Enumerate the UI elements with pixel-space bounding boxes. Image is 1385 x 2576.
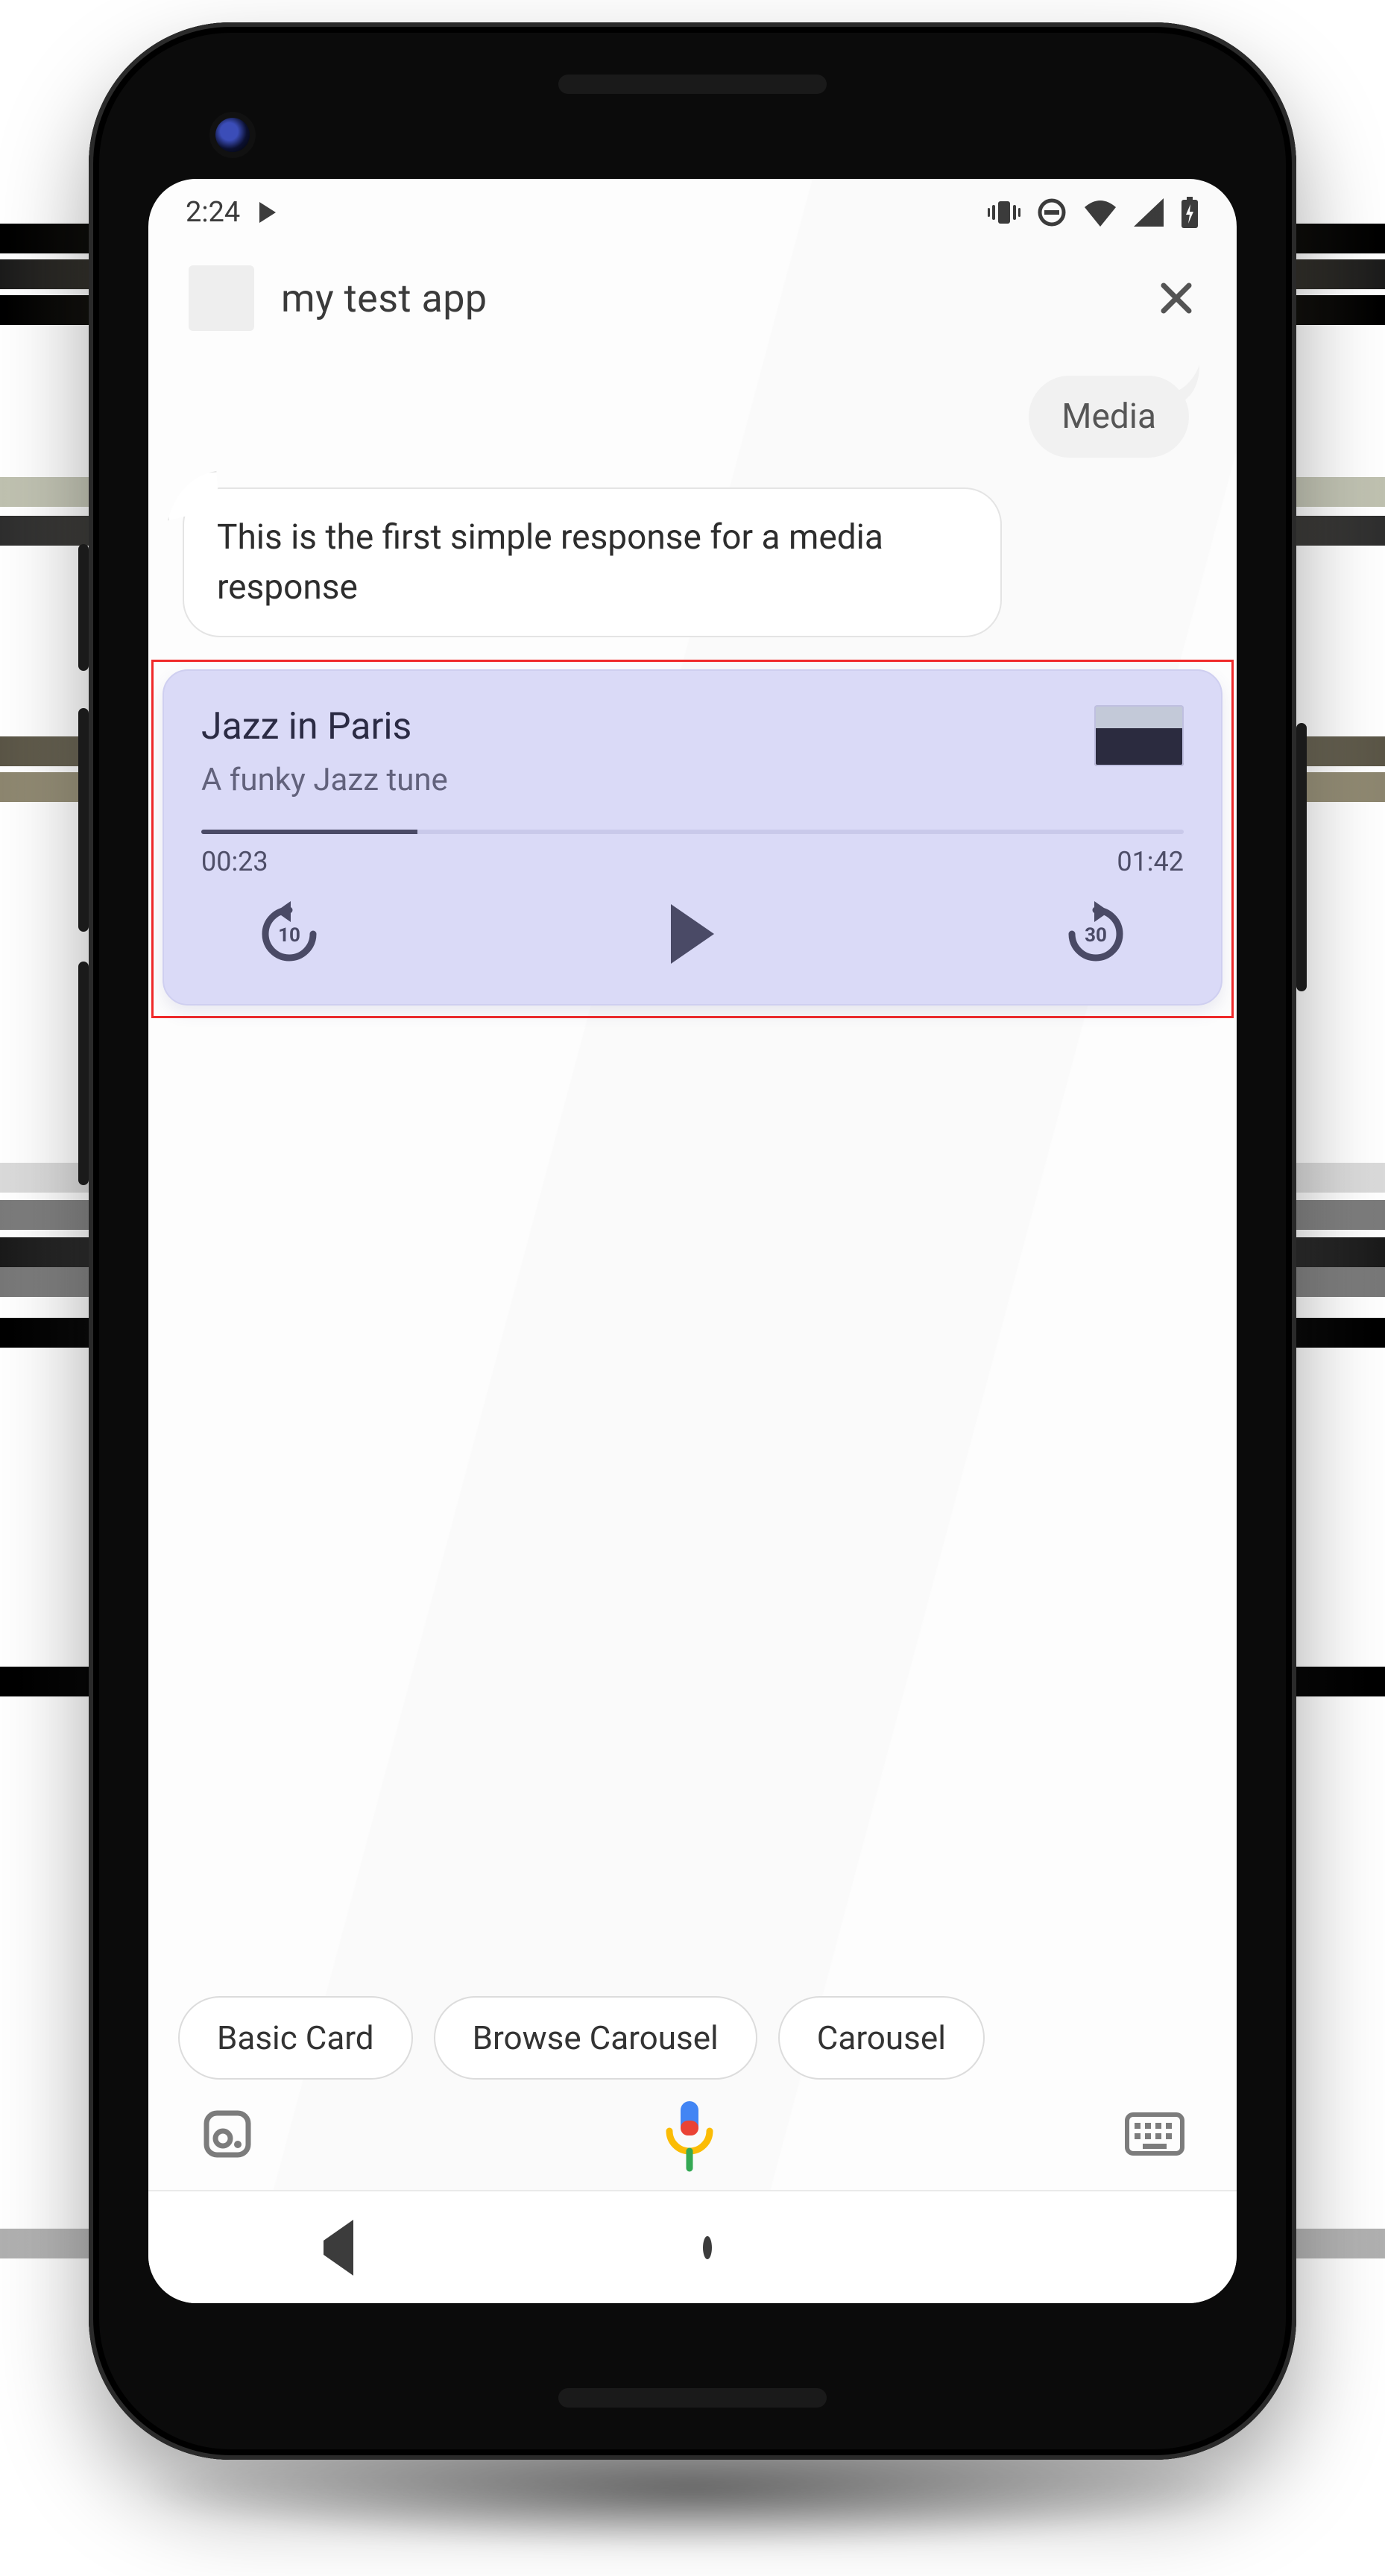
dnd-icon bbox=[1037, 198, 1067, 227]
rewind-10-button[interactable]: 10 bbox=[253, 898, 325, 970]
play-button[interactable] bbox=[671, 904, 714, 964]
battery-charging-icon bbox=[1180, 197, 1199, 228]
media-track-title: Jazz in Paris bbox=[201, 705, 1072, 748]
media-total-time: 01:42 bbox=[1117, 846, 1184, 877]
mic-button[interactable] bbox=[656, 2098, 723, 2173]
cell-signal-icon bbox=[1134, 198, 1164, 227]
play-indicator-icon bbox=[259, 202, 276, 223]
assistant-input-bar bbox=[148, 2080, 1237, 2191]
device-front-camera bbox=[215, 118, 250, 152]
user-message-bubble: Media bbox=[1029, 376, 1189, 458]
device-volume-up bbox=[78, 708, 89, 932]
device-frame: 2:24 bbox=[89, 22, 1296, 2460]
home-icon bbox=[703, 2236, 712, 2259]
device-side-button bbox=[78, 544, 89, 671]
nav-back-button[interactable] bbox=[324, 2241, 353, 2255]
suggestion-chip[interactable]: Carousel bbox=[778, 1996, 985, 2080]
suggestion-chip[interactable]: Browse Carousel bbox=[434, 1996, 757, 2080]
status-time: 2:24 bbox=[186, 196, 240, 229]
keyboard-button[interactable] bbox=[1125, 2112, 1184, 2159]
media-album-art bbox=[1094, 705, 1184, 766]
device-power-button bbox=[1296, 723, 1307, 991]
media-card: Jazz in Paris A funky Jazz tune bbox=[163, 669, 1222, 1006]
media-card-highlight: Jazz in Paris A funky Jazz tune bbox=[151, 660, 1234, 1018]
media-progress-fill bbox=[201, 830, 417, 834]
forward-30-button[interactable]: 30 bbox=[1060, 898, 1132, 970]
svg-text:30: 30 bbox=[1085, 924, 1107, 947]
nav-home-button[interactable] bbox=[703, 2241, 712, 2255]
media-progress-bar[interactable] bbox=[201, 830, 1184, 834]
suggestion-chips-row: Basic CardBrowse CarouselCarousel bbox=[148, 1996, 1237, 2080]
vibrate-icon bbox=[988, 198, 1020, 227]
device-volume-down bbox=[78, 962, 89, 1185]
lens-button[interactable] bbox=[201, 2107, 254, 2164]
app-title: my test app bbox=[281, 276, 488, 321]
back-icon bbox=[324, 2220, 353, 2276]
bot-message-bubble: This is the first simple response for a … bbox=[183, 487, 1002, 637]
device-screen: 2:24 bbox=[148, 179, 1237, 2303]
media-elapsed-time: 00:23 bbox=[201, 846, 268, 877]
android-nav-bar bbox=[148, 2191, 1237, 2303]
app-header: my test app bbox=[148, 246, 1237, 353]
close-button[interactable] bbox=[1156, 278, 1196, 318]
play-icon bbox=[671, 904, 714, 964]
svg-text:10: 10 bbox=[278, 924, 300, 947]
wifi-icon bbox=[1083, 198, 1117, 227]
media-track-subtitle: A funky Jazz tune bbox=[201, 762, 1072, 798]
device-earpiece bbox=[558, 75, 827, 94]
app-icon-placeholder bbox=[189, 265, 254, 331]
device-speaker bbox=[558, 2388, 827, 2408]
suggestion-chip[interactable]: Basic Card bbox=[178, 1996, 413, 2080]
status-bar: 2:24 bbox=[148, 179, 1237, 246]
